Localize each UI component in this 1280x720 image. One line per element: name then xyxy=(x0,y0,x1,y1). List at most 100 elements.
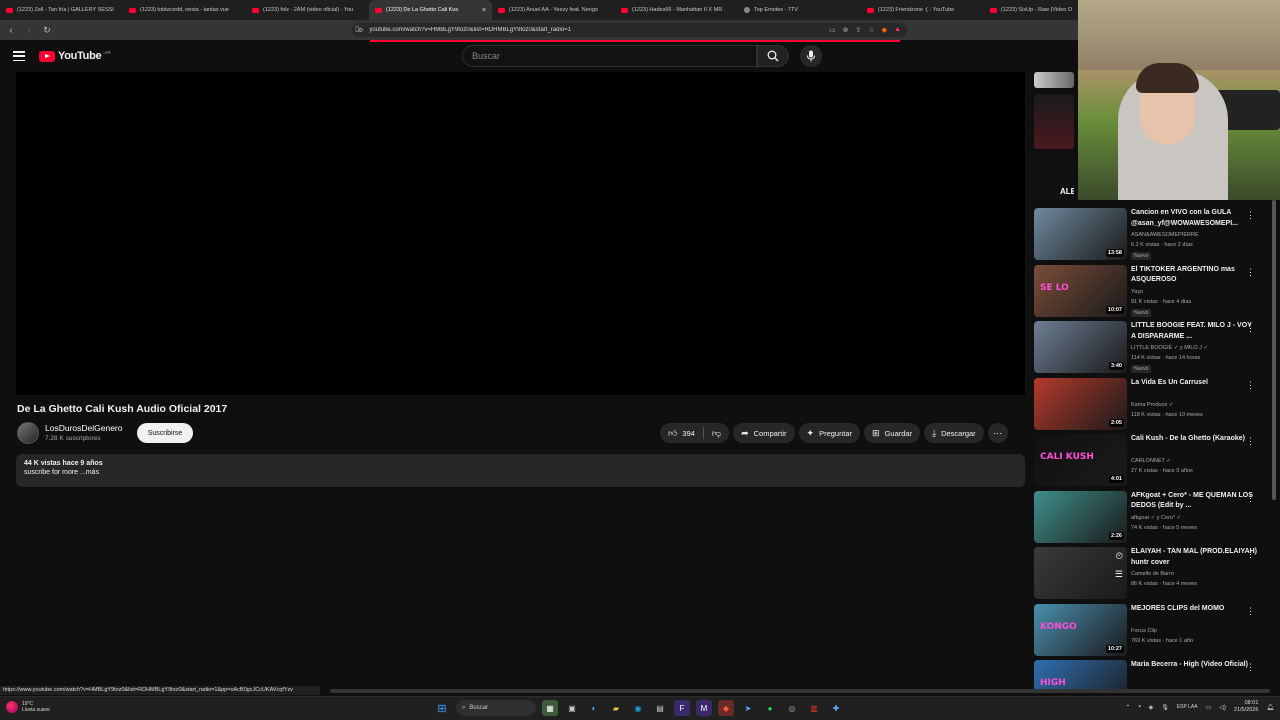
recommended-video-channel[interactable]: Kama Produce ✓ xyxy=(1131,402,1174,408)
calculator-icon[interactable]: ▤ xyxy=(652,700,668,716)
weather-widget[interactable]: 19°C Lluvia suave xyxy=(6,701,50,713)
video-thumbnail[interactable]: 13:58 xyxy=(1034,208,1127,260)
recommended-video[interactable]: HIGH Maria Becerra - High (Video Oficial)… xyxy=(1033,660,1263,690)
browser-tab[interactable]: (1223) Zell - Tan fría | GALLERY SESSI xyxy=(0,0,123,20)
recommended-video-title[interactable]: MEJORES CLIPS del MOMO xyxy=(1131,604,1257,615)
recommended-video-title[interactable]: ELAIYAH - TAN MAL (PROD.ELAIYAH) huntr c… xyxy=(1131,547,1257,568)
app-blue-icon[interactable]: ✚ xyxy=(828,700,844,716)
page-scrollbar[interactable] xyxy=(1272,200,1276,500)
recommended-video-channel[interactable]: LITTLE BOOGIE ✓ y MILO J ✓ xyxy=(1131,345,1208,351)
tray-app-icon[interactable]: ▪ xyxy=(1138,704,1140,710)
save-button[interactable]: ⊞ Guardar xyxy=(864,423,921,443)
ask-button[interactable]: ✦ Preguntar xyxy=(798,423,861,443)
recommended-video[interactable]: 13:58 Cancion en VIVO con la GULA @asan_y… xyxy=(1033,208,1263,260)
recommended-video-channel[interactable]: Yayo xyxy=(1131,289,1143,295)
cast-icon[interactable]: ▭ xyxy=(829,26,836,34)
video-thumbnail[interactable]: 2:26 xyxy=(1034,490,1127,543)
tray-mic-icon[interactable]: 🎙︎ xyxy=(1161,704,1169,711)
add-to-queue-icon[interactable]: ☰ xyxy=(1115,569,1123,580)
description-text[interactable]: suscribe for more ...más xyxy=(24,469,1017,476)
search-button[interactable] xyxy=(757,45,789,67)
app-mw-icon[interactable]: M xyxy=(696,700,712,716)
network-icon[interactable]: ▭ xyxy=(1206,704,1212,711)
video-player[interactable] xyxy=(16,72,1025,395)
recommended-video-title[interactable]: La Vida Es Un Carrusel xyxy=(1131,378,1257,389)
more-options-icon[interactable]: ⋮ xyxy=(1246,662,1255,673)
share-icon[interactable]: ⇪ xyxy=(856,26,862,34)
video-thumbnail[interactable]: ⏲ ☰ xyxy=(1034,547,1127,599)
obs-icon[interactable]: ◎ xyxy=(784,700,800,716)
widgets-icon[interactable]: ▦ xyxy=(542,700,558,716)
video-thumbnail[interactable]: 2:05 xyxy=(1034,377,1127,430)
recommended-video-channel[interactable]: Focus Clip xyxy=(1131,628,1157,634)
app-red-icon[interactable]: ▥ xyxy=(806,700,822,716)
more-options-icon[interactable]: ⋮ xyxy=(1246,606,1255,617)
share-button[interactable]: ➦ Compartir xyxy=(733,423,795,443)
browser-tab[interactable]: (1223) Friendzone :( - YouTube xyxy=(861,0,984,20)
video-thumbnail[interactable]: CALI KUSH 4:01 xyxy=(1034,434,1127,486)
address-bar[interactable]: ⚙ youtube.com/watch?v=HMBLgY9toz0&list=R… xyxy=(352,23,907,37)
close-tab-icon[interactable]: × xyxy=(482,7,486,14)
forward-icon[interactable]: › xyxy=(22,23,36,37)
channel-name[interactable]: LosDurosDelGenero xyxy=(45,423,122,433)
recommended-video-title[interactable]: LITTLE BOOGIE FEAT. MILO J - VOY A DISPA… xyxy=(1131,321,1257,342)
recommended-video-channel[interactable]: Camello de Barro xyxy=(1131,571,1174,577)
file-explorer-icon[interactable]: ▰ xyxy=(608,700,624,716)
voice-search-button[interactable] xyxy=(800,45,822,67)
spotify-icon[interactable]: ● xyxy=(762,700,778,716)
recommended-video[interactable]: SE LO 10:07 El TIKTOKER ARGENTINO mas ASQU… xyxy=(1033,264,1263,317)
browser-tab[interactable]: (1223) De La Ghetto Cali Kus × xyxy=(369,0,492,20)
video-thumbnail[interactable]: SE LO 10:07 xyxy=(1034,264,1127,317)
more-options-icon[interactable]: ⋮ xyxy=(1246,549,1255,560)
address-url[interactable]: youtube.com/watch?v=HMBLgY9toz0&list=RDH… xyxy=(369,27,823,33)
more-options-icon[interactable]: ⋮ xyxy=(1246,380,1255,391)
task-view-icon[interactable]: ▣ xyxy=(564,700,580,716)
browser-tab[interactable]: (1223) tobiwcedd, nesta - tantas vue xyxy=(123,0,246,20)
reload-icon[interactable]: ↻ xyxy=(40,23,54,37)
extension-alert-icon[interactable]: ▲ xyxy=(894,26,901,34)
zoom-icon[interactable]: ⊕ xyxy=(843,26,849,34)
brave-browser-icon[interactable]: ◆ xyxy=(718,700,734,716)
tray-location-icon[interactable]: ◈ xyxy=(1149,704,1154,711)
clock[interactable]: 08:01 21/5/2026 xyxy=(1234,700,1258,714)
recommended-video-channel[interactable]: ASAN&AWESOMEPIERRE xyxy=(1131,232,1199,238)
subscribe-button[interactable]: Suscribirse xyxy=(137,423,193,443)
recommended-video[interactable]: KONGO 10:27 MEJORES CLIPS del MOMO Focus Cl… xyxy=(1033,603,1263,656)
like-button[interactable]: 👍︎ 394 xyxy=(660,423,703,443)
description-box[interactable]: 44 K vistas hace 9 años suscribe for mor… xyxy=(16,454,1025,487)
recommended-video[interactable]: ⏲ ☰ ELAIYAH - TAN MAL (PROD.ELAIYAH) huntr… xyxy=(1033,547,1263,599)
video-thumbnail[interactable]: HIGH xyxy=(1034,660,1127,690)
recommended-video[interactable]: 2:05 La Vida Es Un Carrusel Kama Produce ✓… xyxy=(1033,377,1263,430)
recommended-video-title[interactable]: El TIKTOKER ARGENTINO mas ASQUEROSO xyxy=(1131,265,1257,286)
taskbar-search[interactable]: ⌕ Buscar xyxy=(456,700,536,716)
horizontal-scrollbar[interactable] xyxy=(330,689,1270,693)
copilot-icon[interactable]: ◐ xyxy=(586,700,602,716)
bookmark-page-icon[interactable]: ▯ xyxy=(355,24,359,33)
recommended-video-title[interactable]: Maria Becerra - High (Video Oficial) xyxy=(1131,660,1257,671)
dislike-button[interactable]: 👎︎ xyxy=(704,423,729,443)
telegram-icon[interactable]: ➤ xyxy=(740,700,756,716)
windows-start-icon[interactable]: ⊞ xyxy=(434,700,450,716)
recommended-video[interactable]: 2:26 AFKgoat + Cero* - ME QUEMAN LOS DEDO… xyxy=(1033,490,1263,543)
app-fe-icon[interactable]: F xyxy=(674,700,690,716)
channel-avatar[interactable] xyxy=(17,422,39,444)
more-options-icon[interactable]: ⋮ xyxy=(1246,323,1255,334)
search-input[interactable]: Buscar xyxy=(462,45,757,67)
edge-icon[interactable]: ◉ xyxy=(630,700,646,716)
language-indicator[interactable]: ESP LAA xyxy=(1177,704,1198,710)
recommended-video[interactable]: CALI KUSH 4:01 Cali Kush - De la Ghetto (K… xyxy=(1033,434,1263,486)
more-options-icon[interactable]: ⋮ xyxy=(1246,436,1255,447)
video-thumbnail[interactable]: KONGO 10:27 xyxy=(1034,603,1127,656)
watch-later-icon[interactable]: ⏲ xyxy=(1115,551,1123,562)
recommended-video-title[interactable]: Cancion en VIVO con la GULA @asan_yf@WOW… xyxy=(1131,208,1257,229)
download-button[interactable]: ⤓ Descargar xyxy=(924,423,984,443)
tray-chevron-icon[interactable]: ⌃ xyxy=(1125,704,1130,711)
recommended-video-title[interactable]: Cali Kush - De la Ghetto (Karaoke) xyxy=(1131,434,1257,445)
volume-icon[interactable]: ◁) xyxy=(1219,704,1226,711)
more-options-icon[interactable]: ⋮ xyxy=(1246,267,1255,278)
video-thumbnail[interactable]: 3:40 xyxy=(1034,321,1127,373)
hamburger-menu-icon[interactable] xyxy=(13,51,25,61)
notifications-icon[interactable]: 🔔︎ xyxy=(1266,704,1274,711)
more-options-icon[interactable]: ⋮ xyxy=(1246,493,1255,504)
browser-tab[interactable]: (1223) Hades66 - Manhattan II X MR xyxy=(615,0,738,20)
